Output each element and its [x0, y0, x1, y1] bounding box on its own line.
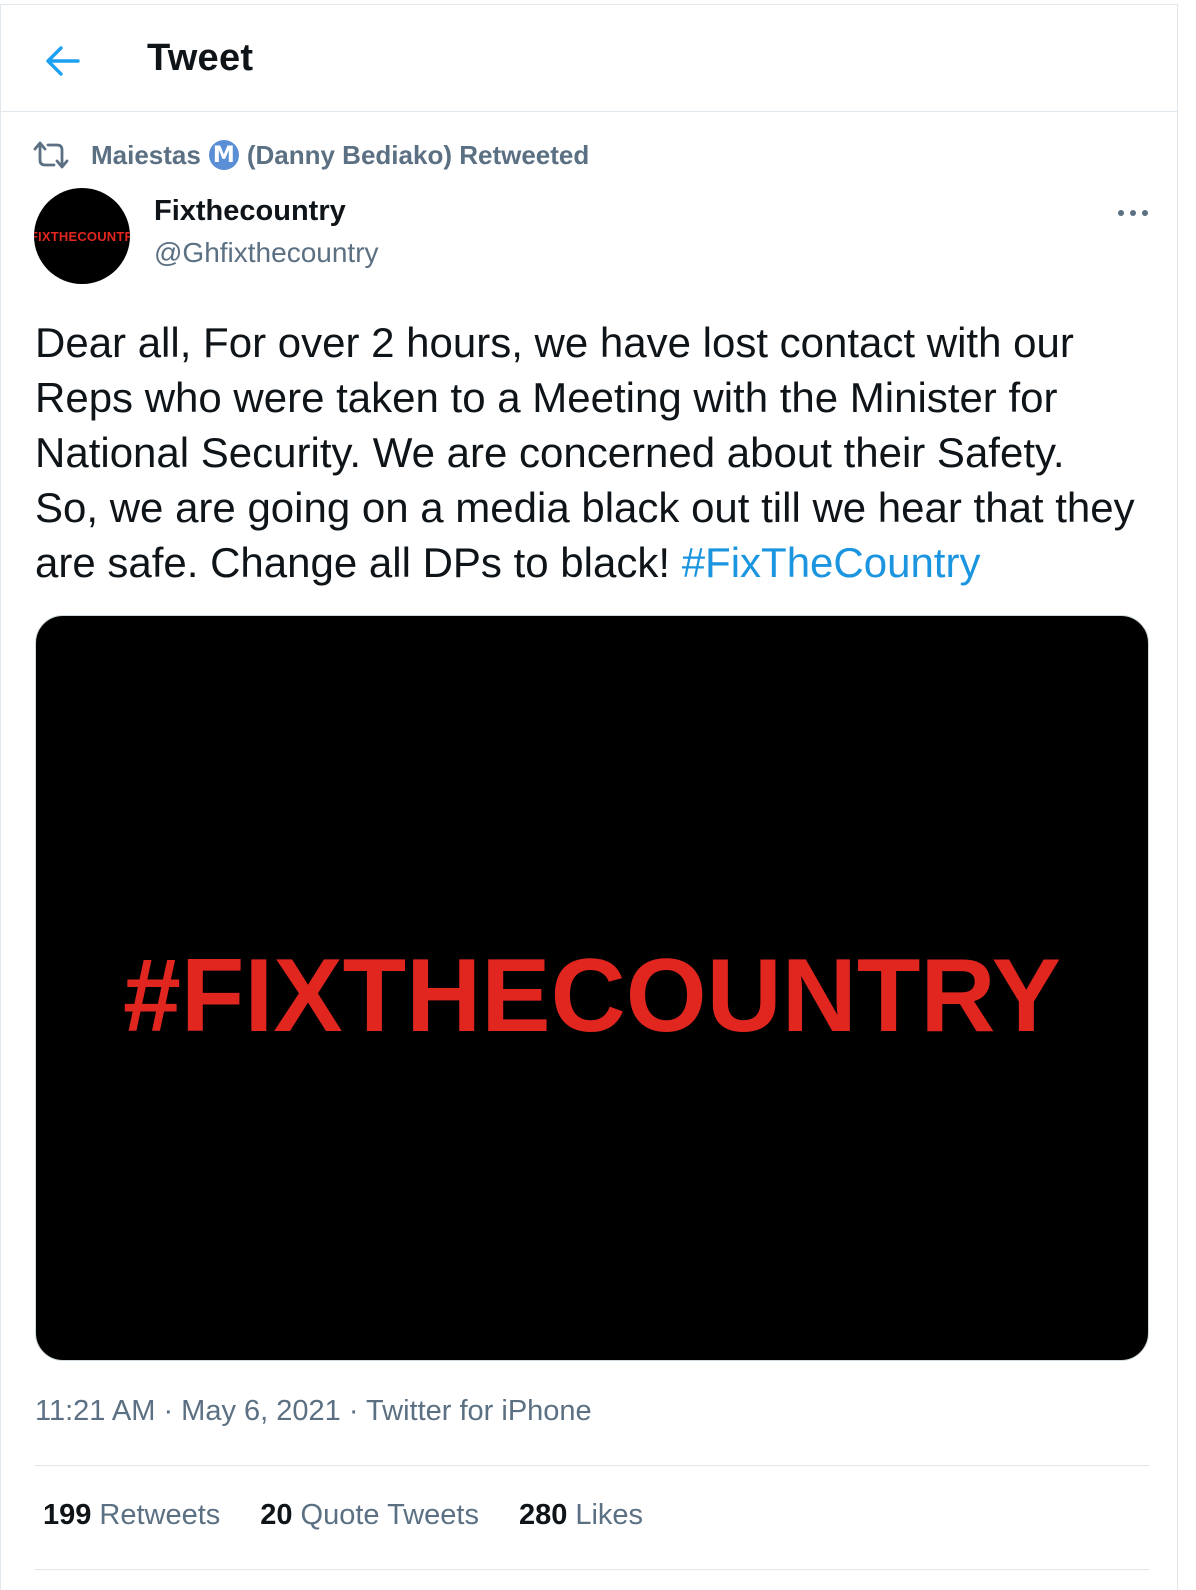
back-button[interactable]: [41, 39, 85, 83]
retweets-count: 199: [43, 1499, 92, 1531]
media-image-text: #FIXTHECOUNTRY: [123, 938, 1061, 1054]
tweet-date[interactable]: May 6, 2021: [181, 1395, 341, 1427]
tweet-source[interactable]: Twitter for iPhone: [366, 1395, 592, 1427]
likes-stat[interactable]: 280 Likes: [519, 1499, 643, 1532]
page-header: Tweet: [1, 5, 1177, 112]
retweeter-badge-icon: M: [208, 140, 239, 170]
author-name[interactable]: Fixthecountry: [154, 195, 346, 228]
retweet-icon: [33, 141, 69, 169]
more-options-button[interactable]: [1107, 195, 1159, 231]
tweet-meta: 11:21 AM · May 6, 2021 · Twitter for iPh…: [35, 1395, 592, 1428]
meta-separator: ·: [155, 1395, 182, 1427]
quote-tweets-label: Quote Tweets: [300, 1499, 479, 1531]
tweet-page: Tweet Maiestas M (Danny Bediako) Retweet…: [0, 4, 1178, 1590]
page-title: Tweet: [147, 37, 254, 79]
arrow-left-icon: [46, 46, 80, 76]
retweet-context: Maiestas M (Danny Bediako) Retweeted: [33, 137, 589, 173]
likes-count: 280: [518, 1499, 568, 1531]
ellipsis-icon: [1118, 210, 1148, 216]
retweets-label: Retweets: [99, 1499, 221, 1531]
hashtag-link[interactable]: #FixTheCountry: [682, 539, 981, 586]
avatar[interactable]: FIXTHECOUNTR: [34, 188, 130, 284]
tweet-text: Dear all, For over 2 hours, we have lost…: [35, 315, 1135, 590]
likes-label: Likes: [575, 1499, 644, 1531]
avatar-text: FIXTHECOUNTR: [34, 228, 130, 244]
quote-tweets-count: 20: [260, 1499, 293, 1531]
retweeter-name[interactable]: Maiestas: [91, 140, 201, 171]
retweets-stat[interactable]: 199 Retweets: [43, 1499, 220, 1532]
tweet-time[interactable]: 11:21 AM: [35, 1395, 155, 1427]
tweet-stats: 199 Retweets 20 Quote Tweets 280 Likes: [43, 1499, 683, 1532]
quote-tweets-stat[interactable]: 20 Quote Tweets: [260, 1499, 479, 1532]
author-handle[interactable]: @Ghfixthecountry: [154, 237, 379, 269]
tweet-media-image[interactable]: #FIXTHECOUNTRY: [35, 615, 1149, 1361]
meta-separator: ·: [340, 1395, 367, 1427]
divider: [35, 1569, 1149, 1570]
divider: [35, 1465, 1149, 1466]
retweet-context-text[interactable]: (Danny Bediako) Retweeted: [247, 140, 589, 171]
